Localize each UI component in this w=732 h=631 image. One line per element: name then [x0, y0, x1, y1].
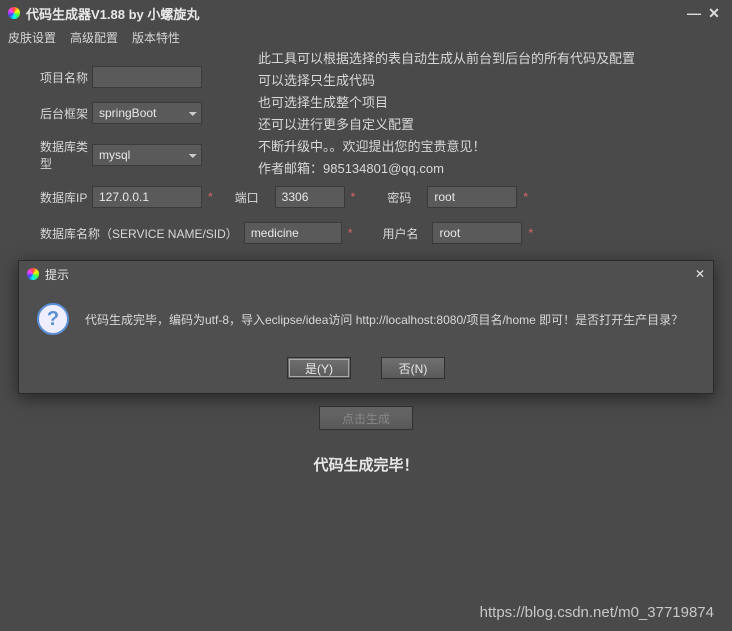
required-star: *: [528, 226, 533, 240]
label-dbip: 数据库IP: [10, 189, 92, 206]
description-block: 此工具可以根据选择的表自动生成从前台到后台的所有代码及配置 可以选择只生成代码 …: [258, 48, 635, 180]
desc-line: 此工具可以根据选择的表自动生成从前台到后台的所有代码及配置: [258, 48, 635, 70]
status-text: 代码生成完毕！: [10, 454, 722, 475]
label-project-name: 项目名称: [10, 69, 92, 86]
desc-line: 还可以进行更多自定义配置: [258, 114, 635, 136]
label-username: 用户名: [382, 225, 432, 242]
close-button[interactable]: ✕: [704, 3, 724, 23]
desc-line: 不断升级中。。欢迎提出您的宝贵意见！: [258, 136, 635, 158]
backend-select[interactable]: springBoot: [92, 102, 202, 124]
menu-advanced[interactable]: 高级配置: [70, 29, 118, 46]
menubar: 皮肤设置 高级配置 版本特性: [0, 26, 732, 48]
question-icon: ?: [37, 303, 69, 335]
label-backend: 后台框架: [10, 105, 92, 122]
dbtype-select[interactable]: mysql: [92, 144, 202, 166]
titlebar: 代码生成器V1.88 by 小螺旋丸 — ✕: [0, 0, 732, 26]
required-star: *: [523, 190, 528, 204]
label-password: 密码: [387, 189, 427, 206]
dialog-yes-button[interactable]: 是(Y): [287, 357, 351, 379]
minimize-button[interactable]: —: [684, 3, 704, 23]
password-input[interactable]: [427, 186, 517, 208]
username-input[interactable]: [432, 222, 522, 244]
required-star: *: [348, 226, 353, 240]
dialog-logo-icon: [27, 268, 39, 280]
required-star: *: [208, 190, 213, 204]
desc-line: 也可选择生成整个项目: [258, 92, 635, 114]
dialog-message: 代码生成完毕，编码为utf-8，导入eclipse/idea访问 http://…: [85, 311, 683, 328]
generate-button[interactable]: 点击生成: [319, 406, 413, 430]
app-logo-icon: [8, 7, 20, 19]
dbname-input[interactable]: [244, 222, 342, 244]
label-port: 端口: [235, 189, 275, 206]
desc-line: 作者邮箱：985134801@qq.com: [258, 158, 635, 180]
desc-line: 可以选择只生成代码: [258, 70, 635, 92]
dialog-title: 提示: [45, 266, 69, 283]
dbip-input[interactable]: [92, 186, 202, 208]
dialog-close-button[interactable]: ✕: [695, 267, 705, 281]
port-input[interactable]: [275, 186, 345, 208]
label-dbname: 数据库名称（SERVICE NAME/SID）: [40, 225, 238, 242]
dialog-no-button[interactable]: 否(N): [381, 357, 445, 379]
required-star: *: [351, 190, 356, 204]
watermark: https://blog.csdn.net/m0_37719874: [480, 604, 714, 621]
project-name-input[interactable]: [92, 66, 202, 88]
label-dbtype: 数据库类型: [10, 138, 92, 172]
window-title: 代码生成器V1.88 by 小螺旋丸: [26, 4, 199, 23]
dialog: 提示 ✕ ? 代码生成完毕，编码为utf-8，导入eclipse/idea访问 …: [18, 260, 714, 394]
menu-version[interactable]: 版本特性: [132, 29, 180, 46]
dialog-titlebar: 提示 ✕: [19, 261, 713, 287]
menu-skin[interactable]: 皮肤设置: [8, 29, 56, 46]
